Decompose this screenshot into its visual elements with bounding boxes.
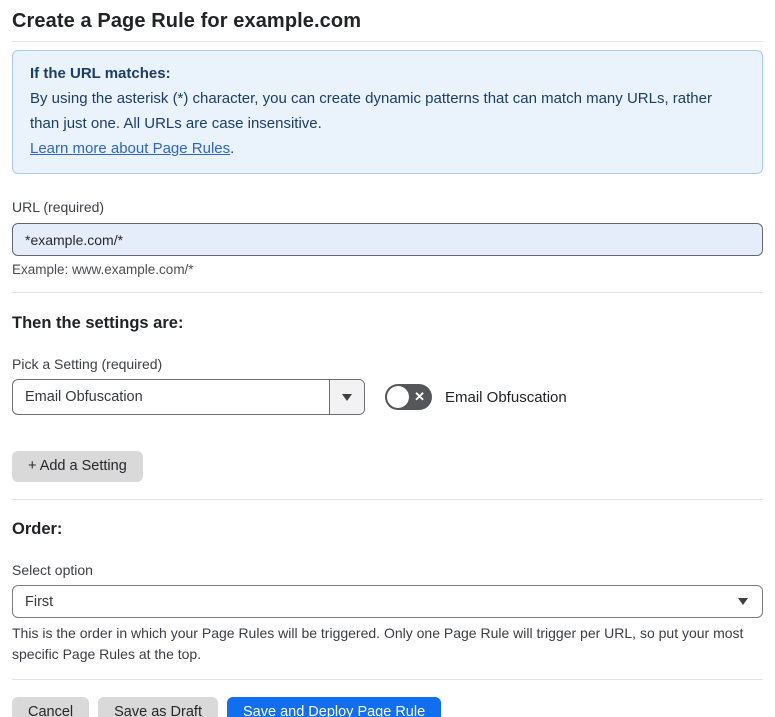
chevron-down-icon	[342, 393, 352, 401]
setting-select-arrow-button[interactable]	[329, 380, 364, 414]
url-example-helper: Example: www.example.com/*	[12, 262, 194, 277]
link-suffix: .	[230, 140, 235, 157]
toggle-knob	[387, 386, 409, 408]
setting-select[interactable]: Email Obfuscation	[12, 379, 365, 415]
url-field-label: URL (required)	[12, 199, 105, 215]
setting-select-value: Email Obfuscation	[25, 389, 143, 405]
toggle-off-x-icon: ✕	[414, 389, 425, 405]
order-select-label: Select option	[12, 562, 93, 578]
cancel-button[interactable]: Cancel	[12, 697, 90, 717]
order-section-heading: Order:	[12, 520, 63, 538]
chevron-down-icon	[738, 598, 748, 605]
pick-setting-label: Pick a Setting (required)	[12, 356, 163, 372]
save-as-draft-button[interactable]: Save as Draft	[98, 697, 218, 717]
info-box-link-line: Learn more about Page Rules.	[30, 136, 745, 161]
save-and-deploy-button[interactable]: Save and Deploy Page Rule	[226, 697, 442, 717]
page-title: Create a Page Rule for example.com	[12, 10, 362, 32]
divider	[12, 292, 763, 293]
footer-actions: Cancel Save as Draft Save and Deploy Pag…	[12, 697, 763, 717]
info-box-body: By using the asterisk (*) character, you…	[30, 90, 712, 132]
info-box-heading: If the URL matches:	[30, 65, 171, 82]
url-input[interactable]	[12, 223, 763, 256]
settings-section-heading: Then the settings are:	[12, 314, 184, 332]
toggle-label: Email Obfuscation	[445, 388, 567, 406]
url-match-info-box: If the URL matches: By using the asteris…	[12, 50, 763, 174]
email-obfuscation-toggle[interactable]: ✕	[385, 384, 432, 410]
setting-row: Email Obfuscation ✕ Email Obfuscation	[12, 379, 763, 415]
add-setting-button[interactable]: + Add a Setting	[12, 451, 143, 482]
page-header: Create a Page Rule for example.com	[12, 10, 763, 42]
divider	[12, 499, 763, 500]
order-helper-text: This is the order in which your Page Rul…	[12, 625, 744, 662]
divider	[12, 679, 763, 680]
order-select-value: First	[25, 593, 54, 610]
order-select[interactable]: First	[12, 585, 763, 618]
learn-more-link[interactable]: Learn more about Page Rules	[30, 140, 230, 157]
